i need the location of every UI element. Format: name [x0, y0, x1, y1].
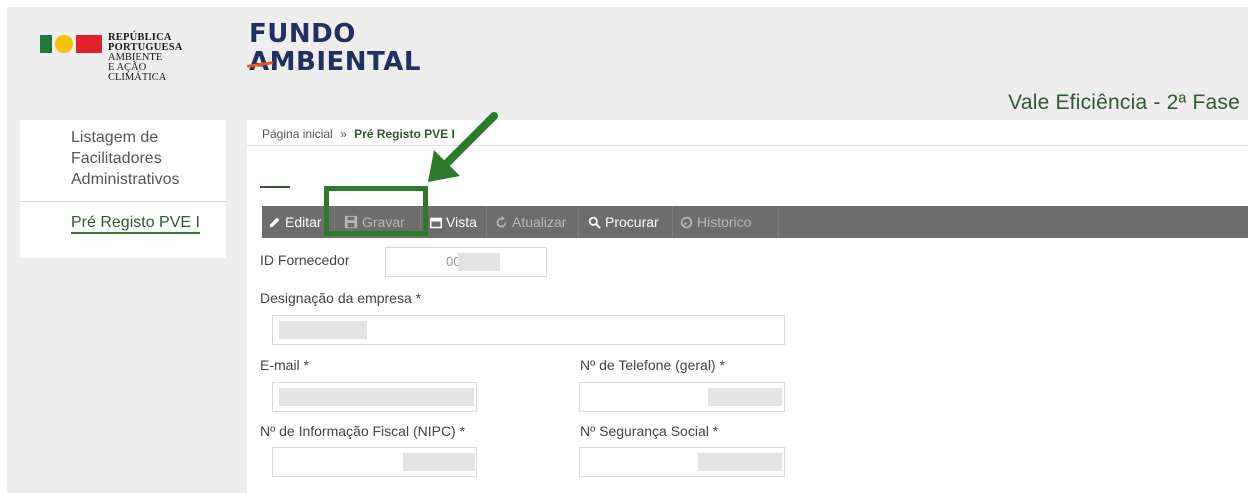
flag-icon [40, 35, 102, 53]
nipc-field[interactable] [272, 447, 477, 477]
highlight-box [324, 186, 428, 236]
redacted-value [698, 453, 782, 471]
edit-button-label: Editar [285, 214, 322, 230]
history-icon [680, 216, 693, 229]
history-button-label: Historico [697, 214, 752, 230]
designacao-field[interactable] [272, 315, 785, 345]
header: REPÚBLICA PORTUGUESA AMBIENTE E AÇÃO CLI… [7, 7, 1248, 120]
page: REPÚBLICA PORTUGUESA AMBIENTE E AÇÃO CLI… [7, 7, 1248, 493]
refresh-button[interactable]: Atualizar [495, 206, 566, 238]
refresh-button-label: Atualizar [512, 214, 567, 230]
sidebar-divider [20, 201, 226, 202]
redacted-value [279, 388, 474, 406]
toolbar-separator [778, 206, 779, 238]
seguranca-social-label: Nº Segurança Social * [580, 423, 719, 439]
view-button-label: Vista [446, 214, 477, 230]
edit-button[interactable]: Editar [268, 206, 322, 238]
window-icon [430, 217, 442, 229]
fundo-logo-line1: FUNDO [249, 19, 356, 49]
email-field[interactable] [272, 382, 477, 412]
id-fornecedor-label: ID Fornecedor [260, 252, 350, 268]
sidebar-item-pre-registo[interactable]: Pré Registo PVE I [20, 212, 226, 234]
redacted-value [403, 453, 475, 471]
gov-logo[interactable]: REPÚBLICA PORTUGUESA AMBIENTE E AÇÃO CLI… [40, 32, 190, 83]
sidebar-item-facilitadores[interactable]: Listagem de Facilitadores Administrativo… [20, 127, 201, 190]
refresh-icon [496, 216, 507, 228]
breadcrumb-divider [247, 145, 1248, 146]
sidebar-item-label: Pré Registo PVE I [71, 214, 200, 234]
id-fornecedor-field[interactable]: 00 [385, 247, 547, 277]
redacted-value [708, 388, 782, 406]
toolbar-separator [486, 206, 487, 238]
search-button[interactable]: Procurar [588, 206, 659, 238]
designacao-label: Designação da empresa * [260, 290, 422, 306]
fundo-logo-line2: AMBIENTAL [249, 47, 421, 77]
history-button[interactable]: Historico [680, 206, 751, 238]
redacted-value [279, 321, 367, 339]
arrow-annotation-icon [428, 112, 498, 182]
toolbar-separator [672, 206, 673, 238]
search-icon [588, 216, 601, 229]
pencil-icon [269, 217, 280, 228]
fundo-ambiental-logo[interactable]: FUNDO AMBIENTAL [246, 19, 449, 80]
gov-logo-line4: E AÇÃO CLIMÁTICA [108, 62, 167, 83]
redacted-value [458, 253, 500, 271]
page-title-underline [260, 186, 290, 188]
sidebar: Listagem de Facilitadores Administrativo… [20, 120, 226, 258]
nipc-label: Nº de Informação Fiscal (NIPC) * [260, 423, 466, 439]
main-content: Página inicial » Pré Registo PVE I Edita… [247, 120, 1248, 493]
page-header-title: Vale Eficiência - 2ª Fase [1008, 91, 1240, 114]
view-button[interactable]: Vista [430, 206, 477, 238]
telefone-field[interactable] [579, 382, 785, 412]
telefone-label: Nº de Telefone (geral) * [580, 357, 725, 373]
toolbar-separator [578, 206, 579, 238]
email-label: E-mail * [260, 357, 310, 373]
gov-logo-text: REPÚBLICA PORTUGUESA AMBIENTE E AÇÃO CLI… [108, 32, 190, 83]
breadcrumb-separator: » [340, 127, 347, 141]
search-button-label: Procurar [605, 214, 659, 230]
breadcrumb-home-link[interactable]: Página inicial [262, 127, 333, 141]
seguranca-social-field[interactable] [579, 447, 785, 477]
